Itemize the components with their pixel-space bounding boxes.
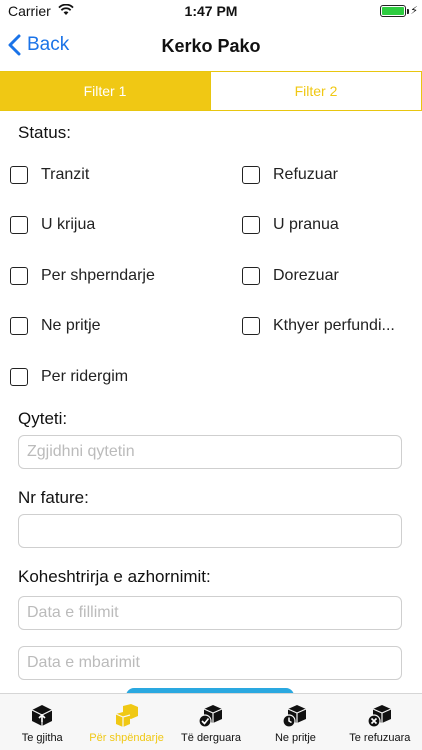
- packages-icon: [115, 704, 138, 727]
- clock: 1:47 PM: [184, 3, 238, 19]
- checkbox-tranzit[interactable]: Tranzit: [10, 166, 89, 184]
- tab-per-shperndarje[interactable]: Për shpëndarje: [84, 694, 168, 750]
- tab-te-derguara[interactable]: Të derguara: [169, 694, 253, 750]
- charging-bolt-icon: ⚡: [410, 5, 418, 17]
- city-input[interactable]: [18, 435, 402, 469]
- checkbox-ne-pritje[interactable]: Ne pritje: [10, 317, 101, 335]
- checkbox-kthyer-perfunduar[interactable]: Kthyer perfundi...: [242, 317, 395, 335]
- navigation-bar: Back Kerko Pako: [0, 22, 422, 70]
- battery-tip: [407, 9, 409, 14]
- tab-label: Për shpëndarje: [89, 732, 164, 744]
- checkbox-dorezuar[interactable]: Dorezuar: [242, 267, 339, 285]
- checkbox-box[interactable]: [242, 166, 260, 184]
- checkbox-box[interactable]: [242, 267, 260, 285]
- checkbox-box[interactable]: [10, 267, 28, 285]
- checkbox-refuzuar[interactable]: Refuzuar: [242, 166, 338, 184]
- bottom-tab-bar: Te gjitha Për shpëndarje Të derguara Ne …: [0, 693, 422, 750]
- checkbox-per-ridergim[interactable]: Per ridergim: [10, 368, 128, 386]
- checkbox-label: Kthyer perfundi...: [273, 317, 395, 334]
- tab-te-gjitha[interactable]: Te gjitha: [0, 694, 84, 750]
- checkbox-label: U pranua: [273, 216, 339, 233]
- package-delivered-icon: [198, 705, 223, 728]
- checkbox-label: Per shperndarje: [41, 267, 155, 284]
- checkbox-label: U krijua: [41, 216, 96, 233]
- end-date-input[interactable]: [18, 646, 402, 680]
- update-time-label: Koheshtrirja e azhornimit:: [18, 567, 211, 586]
- tab-label: Te refuzuara: [349, 732, 411, 744]
- tab-filter-1[interactable]: Filter 1: [0, 72, 210, 110]
- city-label: Qyteti:: [18, 409, 68, 428]
- checkbox-box[interactable]: [10, 368, 28, 386]
- invoice-number-label: Nr fature:: [18, 488, 89, 507]
- checkbox-label: Ne pritje: [41, 317, 101, 334]
- checkbox-box[interactable]: [242, 216, 260, 234]
- package-rejected-icon: [367, 705, 392, 728]
- tab-ne-pritje[interactable]: Ne pritje: [253, 694, 337, 750]
- checkbox-box[interactable]: [10, 216, 28, 234]
- checkbox-label: Refuzuar: [273, 166, 338, 183]
- checkbox-box[interactable]: [10, 317, 28, 335]
- checkbox-per-shperndarje[interactable]: Per shperndarje: [10, 267, 155, 285]
- start-date-input[interactable]: [18, 596, 402, 630]
- checkbox-box[interactable]: [10, 166, 28, 184]
- status-label: Status:: [18, 123, 71, 142]
- tab-te-refuzuara[interactable]: Te refuzuara: [338, 694, 422, 750]
- checkbox-u-pranua[interactable]: U pranua: [242, 216, 339, 234]
- tab-label: Ne pritje: [274, 732, 316, 744]
- status-bar: Carrier 1:47 PM ⚡: [0, 0, 422, 22]
- checkbox-label: Per ridergim: [41, 368, 129, 385]
- battery-icon: [380, 5, 406, 17]
- package-pending-icon: [282, 705, 307, 728]
- filter-tabs: Filter 1 Filter 2: [0, 71, 422, 111]
- invoice-number-input[interactable]: [18, 514, 402, 548]
- checkbox-label: Tranzit: [41, 166, 90, 183]
- package-icon: [31, 705, 53, 726]
- tab-label: Te gjitha: [21, 732, 63, 744]
- checkbox-u-krijua[interactable]: U krijua: [10, 216, 95, 234]
- checkbox-label: Dorezuar: [273, 267, 339, 284]
- tab-label: Të derguara: [181, 732, 241, 744]
- tab-filter-2[interactable]: Filter 2: [210, 72, 422, 110]
- page-title: Kerko Pako: [161, 36, 261, 56]
- checkbox-box[interactable]: [242, 317, 260, 335]
